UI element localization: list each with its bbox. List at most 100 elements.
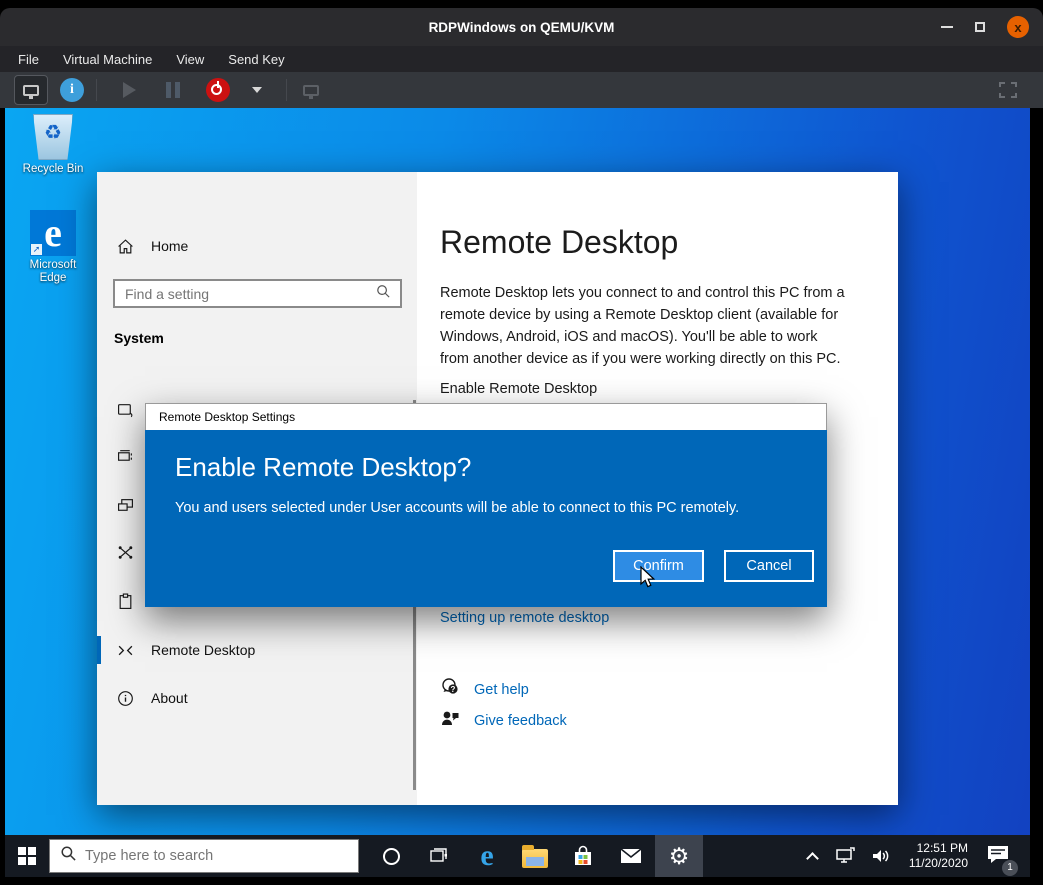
- system-tray: 12:51 PM 11/20/2020 1: [798, 835, 1022, 877]
- home-icon: [115, 238, 135, 255]
- mouse-cursor: [638, 566, 660, 595]
- dialog-body: Enable Remote Desktop? You and users sel…: [145, 430, 827, 607]
- edge-icon: e ➚: [30, 210, 76, 256]
- taskbar-search-input[interactable]: [77, 848, 358, 864]
- vm-window-title: RDPWindows on QEMU/KVM: [429, 20, 615, 35]
- tablet-mode-icon: [115, 402, 135, 419]
- recycle-bin-icon: ♻: [33, 114, 73, 160]
- search-icon[interactable]: [376, 284, 391, 304]
- multitasking-icon: [115, 448, 135, 465]
- shutdown-button[interactable]: [206, 78, 230, 102]
- windows-logo-icon: [18, 847, 36, 865]
- task-view-button[interactable]: [415, 835, 463, 877]
- taskbar-search-box[interactable]: [49, 839, 359, 873]
- tray-chevron-icon[interactable]: [806, 852, 819, 865]
- monitor-icon: [23, 85, 39, 96]
- get-help-row[interactable]: ? Get help: [440, 677, 529, 702]
- windows-taskbar: e ⚙ 12:51 P: [5, 835, 1030, 877]
- get-help-link[interactable]: Get help: [474, 682, 529, 698]
- settings-search-box[interactable]: [113, 279, 402, 308]
- menu-send-key[interactable]: Send Key: [228, 52, 284, 67]
- start-button[interactable]: [5, 835, 49, 877]
- network-icon[interactable]: [834, 846, 856, 866]
- gear-icon: ⚙: [669, 845, 690, 868]
- shutdown-menu-caret-icon[interactable]: [252, 87, 262, 93]
- desktop-icon-label: Microsoft Edge: [22, 259, 84, 285]
- remote-desktop-settings-dialog: Remote Desktop Settings Enable Remote De…: [145, 403, 827, 607]
- clipboard-icon: [115, 593, 135, 610]
- close-icon[interactable]: x: [1007, 16, 1029, 38]
- vm-viewer-window: RDPWindows on QEMU/KVM x File Virtual Ma…: [0, 0, 1043, 885]
- get-help-icon: ?: [440, 677, 460, 702]
- menu-virtual-machine[interactable]: Virtual Machine: [63, 52, 152, 67]
- remote-desktop-icon: [115, 642, 135, 659]
- sidebar-item-label: About: [151, 690, 188, 706]
- sidebar-item-label: Home: [151, 238, 188, 254]
- search-icon: [60, 845, 77, 867]
- vm-toolbar: i: [0, 72, 1043, 108]
- settings-search-input[interactable]: [115, 286, 376, 302]
- vm-titlebar[interactable]: RDPWindows on QEMU/KVM x: [0, 8, 1043, 46]
- settings-taskbar-button[interactable]: ⚙: [655, 835, 703, 877]
- cortana-button[interactable]: [367, 835, 415, 877]
- toolbar-separator: [286, 79, 287, 101]
- mail-icon: [619, 844, 643, 868]
- edge-icon: e: [480, 841, 493, 871]
- sidebar-item-home[interactable]: Home: [97, 232, 188, 260]
- sidebar-item-shared-experiences[interactable]: [97, 538, 135, 566]
- mail-button[interactable]: [607, 835, 655, 877]
- setting-up-remote-desktop-link[interactable]: Setting up remote desktop: [440, 610, 609, 626]
- sidebar-item-remote-desktop[interactable]: Remote Desktop: [97, 636, 255, 664]
- minimize-icon[interactable]: [941, 26, 953, 28]
- fullscreen-icon[interactable]: [999, 82, 1017, 98]
- guest-display-area: ♻ Recycle Bin e ➚ Microsoft Edge Setting…: [0, 108, 1043, 885]
- console-button[interactable]: [14, 75, 48, 105]
- desktop-icon-microsoft-edge[interactable]: e ➚ Microsoft Edge: [15, 210, 91, 285]
- store-button[interactable]: [559, 835, 607, 877]
- svg-text:?: ?: [451, 685, 456, 694]
- sidebar-item-clipboard[interactable]: [97, 587, 135, 615]
- sidebar-item-projecting[interactable]: [97, 491, 135, 519]
- task-view-icon: [429, 846, 449, 866]
- give-feedback-row[interactable]: Give feedback: [440, 708, 567, 733]
- notification-badge: 1: [1002, 860, 1018, 876]
- give-feedback-icon: [440, 708, 460, 733]
- dialog-title: Remote Desktop Settings: [159, 410, 295, 424]
- run-icon[interactable]: [123, 82, 136, 98]
- menu-file[interactable]: File: [18, 52, 39, 67]
- windows-desktop: ♻ Recycle Bin e ➚ Microsoft Edge Setting…: [5, 108, 1030, 877]
- file-explorer-button[interactable]: [511, 835, 559, 877]
- page-description: Remote Desktop lets you connect to and c…: [440, 282, 850, 370]
- store-bag-icon: [572, 845, 594, 867]
- sidebar-item-tablet-mode[interactable]: [97, 396, 135, 424]
- maximize-icon[interactable]: [975, 22, 985, 32]
- dialog-heading: Enable Remote Desktop?: [175, 452, 471, 483]
- dialog-message: You and users selected under User accoun…: [175, 500, 739, 516]
- clock-date: 11/20/2020: [909, 856, 968, 871]
- menu-view[interactable]: View: [176, 52, 204, 67]
- page-title: Remote Desktop: [440, 224, 678, 261]
- snapshots-icon: [303, 85, 319, 96]
- desktop-icon-label: Recycle Bin: [15, 163, 91, 176]
- folder-icon: [522, 849, 548, 868]
- desktop-icon-recycle-bin[interactable]: ♻ Recycle Bin: [15, 114, 91, 176]
- vm-menubar: File Virtual Machine View Send Key: [0, 46, 1043, 72]
- about-icon: [115, 690, 135, 707]
- cortana-icon: [383, 848, 400, 865]
- sidebar-item-about[interactable]: About: [97, 684, 188, 712]
- vm-details-button[interactable]: i: [60, 78, 84, 102]
- taskbar-clock[interactable]: 12:51 PM 11/20/2020: [909, 841, 968, 871]
- action-center-button[interactable]: 1: [986, 843, 1010, 870]
- snapshots-button[interactable]: [303, 75, 319, 105]
- cancel-button[interactable]: Cancel: [724, 550, 814, 582]
- sidebar-section-system: System: [114, 330, 164, 346]
- edge-taskbar-button[interactable]: e: [463, 835, 511, 877]
- clock-time: 12:51 PM: [909, 841, 968, 856]
- dialog-titlebar[interactable]: Remote Desktop Settings: [145, 403, 827, 430]
- sidebar-item-multitasking[interactable]: [97, 442, 135, 470]
- give-feedback-link[interactable]: Give feedback: [474, 713, 567, 729]
- volume-icon[interactable]: [870, 846, 892, 866]
- pause-icon[interactable]: [166, 82, 180, 98]
- projecting-icon: [115, 497, 135, 514]
- shortcut-arrow-icon: ➚: [31, 244, 42, 255]
